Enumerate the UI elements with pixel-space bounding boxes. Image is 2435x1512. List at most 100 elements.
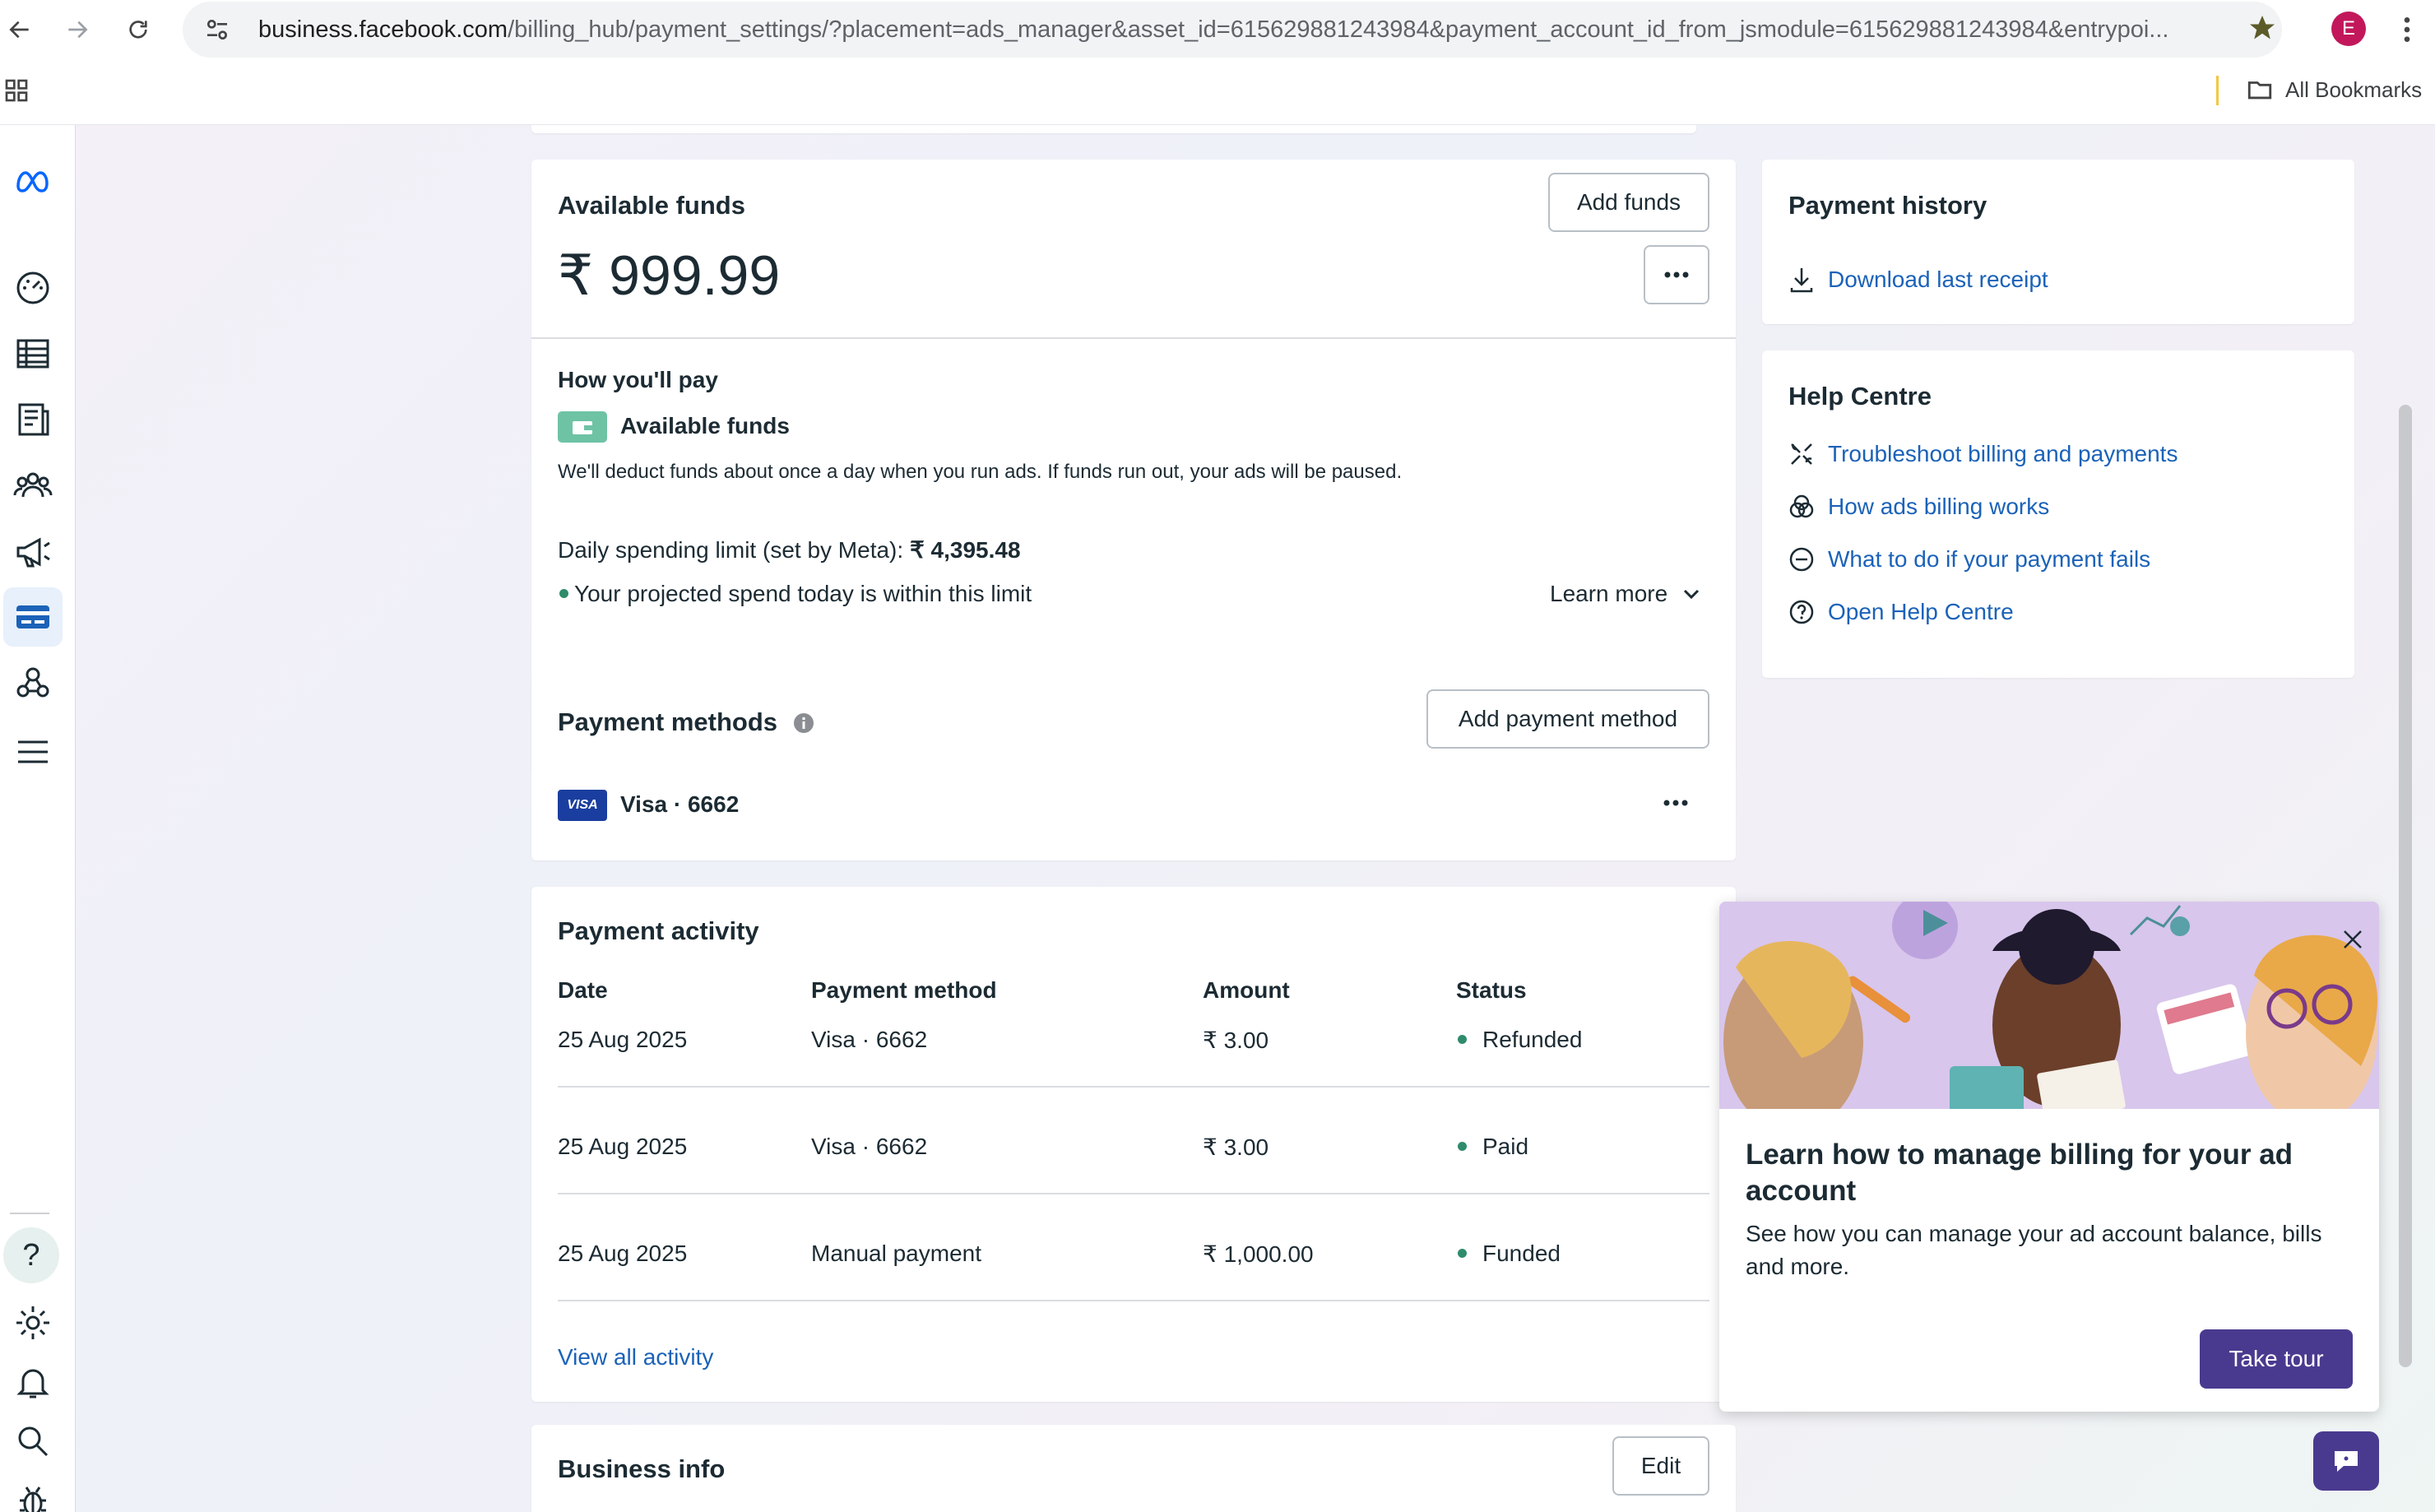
status-dot bbox=[1458, 1142, 1467, 1151]
browser-menu-icon[interactable] bbox=[2391, 12, 2423, 48]
row-divider bbox=[558, 1193, 1709, 1194]
info-icon[interactable] bbox=[793, 712, 814, 734]
help-link-payment-fails[interactable]: What to do if your payment fails bbox=[1828, 546, 2150, 573]
download-icon[interactable] bbox=[1788, 267, 1815, 295]
row-method: Visa · 6662 bbox=[811, 1134, 928, 1159]
help-centre-card: Help Centre Troubleshoot billing and pay… bbox=[1762, 350, 2354, 678]
minus-circle-icon bbox=[1789, 547, 1814, 572]
close-icon[interactable] bbox=[2341, 928, 2364, 951]
payment-history-title: Payment history bbox=[1788, 191, 1987, 220]
payment-method-label: Visa · 6662 bbox=[620, 791, 740, 817]
audiences-icon[interactable] bbox=[3, 456, 63, 515]
help-link-troubleshoot[interactable]: Troubleshoot billing and payments bbox=[1828, 441, 2178, 467]
payment-methods-title: Payment methods bbox=[558, 707, 778, 736]
payment-activity-title: Payment activity bbox=[558, 916, 759, 945]
previous-card-edge bbox=[531, 125, 1696, 133]
campaigns-table-icon[interactable] bbox=[3, 324, 63, 383]
chevron-down-icon[interactable] bbox=[1681, 586, 1701, 602]
profile-avatar[interactable]: E bbox=[2331, 12, 2366, 46]
site-settings-icon[interactable] bbox=[204, 16, 230, 43]
learn-more-toggle[interactable]: Learn more bbox=[1550, 581, 1667, 607]
bookmarks-separator bbox=[2216, 76, 2219, 105]
payment-activity-card: Payment activity Date Payment method Amo… bbox=[531, 887, 1736, 1402]
back-icon[interactable] bbox=[2, 12, 38, 48]
help-link-how-billing-works[interactable]: How ads billing works bbox=[1828, 494, 2049, 520]
row-amount: ₹ 3.00 bbox=[1203, 1027, 1269, 1053]
page-scrollbar[interactable] bbox=[2399, 405, 2412, 1367]
funds-more-options-button[interactable] bbox=[1644, 245, 1709, 304]
limit-status-dot bbox=[559, 589, 568, 598]
business-info-card: Business info Edit bbox=[531, 1425, 1736, 1512]
row-status: Refunded bbox=[1482, 1027, 1583, 1052]
meta-logo-icon[interactable] bbox=[3, 151, 63, 211]
left-nav: ? bbox=[0, 125, 76, 1512]
settings-gear-icon[interactable] bbox=[3, 1293, 63, 1352]
column-header-date: Date bbox=[558, 977, 608, 1003]
chat-bubble-icon bbox=[2335, 1451, 2358, 1472]
visa-card-icon: VISA bbox=[558, 790, 607, 821]
all-tools-menu-icon[interactable] bbox=[3, 722, 63, 782]
billing-tour-popup: Learn how to manage billing for your ad … bbox=[1719, 902, 2379, 1412]
edit-business-info-button[interactable]: Edit bbox=[1612, 1436, 1709, 1496]
funds-description: We'll deduct funds about once a day when… bbox=[558, 461, 1403, 483]
daily-spending-limit: Daily spending limit (set by Meta): ₹ 4,… bbox=[558, 537, 1021, 563]
row-method: Manual payment bbox=[811, 1241, 982, 1266]
column-header-amount: Amount bbox=[1203, 977, 1290, 1003]
forward-icon[interactable] bbox=[59, 12, 95, 48]
reload-icon[interactable] bbox=[120, 12, 156, 48]
projected-spend-text: Your projected spend today is within thi… bbox=[574, 581, 1032, 606]
help-link-open-help-centre[interactable]: Open Help Centre bbox=[1828, 599, 2014, 625]
notifications-bell-icon[interactable] bbox=[3, 1352, 63, 1412]
row-amount: ₹ 3.00 bbox=[1203, 1134, 1269, 1160]
tour-illustration bbox=[1719, 902, 2379, 1109]
take-tour-button[interactable]: Take tour bbox=[2200, 1329, 2353, 1389]
download-last-receipt-link[interactable]: Download last receipt bbox=[1828, 267, 2048, 293]
view-all-activity-link[interactable]: View all activity bbox=[558, 1344, 713, 1371]
more-horizontal-icon bbox=[1664, 271, 1689, 278]
row-divider bbox=[558, 1300, 1709, 1301]
how-youll-pay-heading: How you'll pay bbox=[558, 367, 718, 392]
business-info-title: Business info bbox=[558, 1454, 726, 1483]
business-settings-icon[interactable] bbox=[3, 653, 63, 712]
address-bar[interactable]: business.facebook.com/billing_hub/paymen… bbox=[183, 2, 2282, 58]
apps-grid-icon[interactable] bbox=[3, 77, 30, 104]
dashboard-gauge-icon[interactable] bbox=[3, 258, 63, 318]
payment-method-more-icon[interactable] bbox=[1663, 800, 1688, 806]
browser-chrome: business.facebook.com/billing_hub/paymen… bbox=[0, 0, 2435, 125]
row-date: 25 Aug 2025 bbox=[558, 1241, 688, 1266]
row-status: Funded bbox=[1482, 1241, 1561, 1266]
add-funds-button[interactable]: Add funds bbox=[1548, 173, 1709, 232]
payment-history-card: Payment history Download last receipt bbox=[1762, 160, 2354, 324]
available-funds-title: Available funds bbox=[558, 191, 745, 220]
billing-card-icon[interactable] bbox=[3, 587, 63, 647]
payment-methods-card: Payment methods Add payment method VISA … bbox=[531, 676, 1736, 860]
app-area: ? Available funds Add funds ₹ 999.99 How… bbox=[0, 125, 2435, 1512]
bookmark-star-icon[interactable] bbox=[2247, 13, 2277, 43]
wallet-icon bbox=[558, 411, 607, 443]
billing-circles-icon bbox=[1789, 494, 1814, 518]
column-header-status: Status bbox=[1456, 977, 1527, 1003]
help-icon[interactable]: ? bbox=[3, 1227, 59, 1283]
question-circle-icon bbox=[1789, 600, 1814, 624]
nav-divider bbox=[10, 1213, 49, 1214]
tools-icon bbox=[1791, 443, 1812, 465]
tour-description: See how you can manage your ad account b… bbox=[1746, 1221, 2322, 1279]
all-bookmarks-link[interactable]: All Bookmarks bbox=[2285, 77, 2422, 103]
row-method: Visa · 6662 bbox=[811, 1027, 928, 1052]
row-status: Paid bbox=[1482, 1134, 1529, 1159]
payment-source-name: Available funds bbox=[620, 413, 790, 438]
funds-divider bbox=[531, 337, 1736, 339]
row-divider bbox=[558, 1086, 1709, 1088]
row-date: 25 Aug 2025 bbox=[558, 1027, 688, 1052]
folder-icon[interactable] bbox=[2246, 76, 2274, 104]
reports-icon[interactable] bbox=[3, 390, 63, 449]
add-payment-method-button[interactable]: Add payment method bbox=[1426, 689, 1709, 749]
chat-support-button[interactable] bbox=[2313, 1431, 2379, 1491]
row-date: 25 Aug 2025 bbox=[558, 1134, 688, 1159]
status-dot bbox=[1458, 1035, 1467, 1044]
ads-megaphone-icon[interactable] bbox=[3, 522, 63, 581]
url-text: business.facebook.com/billing_hub/paymen… bbox=[258, 16, 2169, 43]
search-icon[interactable] bbox=[3, 1412, 63, 1471]
bug-report-icon[interactable] bbox=[3, 1471, 63, 1512]
column-header-payment-method: Payment method bbox=[811, 977, 997, 1003]
